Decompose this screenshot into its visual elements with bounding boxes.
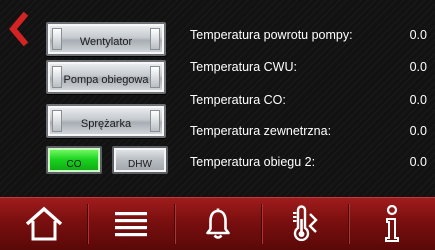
- circulation-pump-button-label: Pompa obiegowa: [63, 74, 149, 86]
- dhw-temperature-value: 0.0: [409, 60, 427, 74]
- pump-return-temperature-label: Temperatura powrotu pompy:: [190, 28, 353, 42]
- outdoor-temperature-label: Temperatura zewnetrzna:: [190, 124, 332, 138]
- compressor-button[interactable]: Sprężarka: [46, 104, 166, 138]
- mode-dhw-label: DHW: [128, 158, 152, 170]
- co-temperature-value: 0.0: [409, 93, 427, 107]
- nav-alarms[interactable]: [174, 198, 261, 250]
- nav-home[interactable]: [0, 198, 87, 250]
- nav-info[interactable]: [348, 198, 435, 250]
- nav-temperature[interactable]: [261, 198, 348, 250]
- bottom-nav-bar: [0, 197, 435, 250]
- mode-co-button[interactable]: CO: [46, 146, 102, 174]
- fan-button[interactable]: Wentylator: [46, 22, 166, 56]
- fan-button-label: Wentylator: [79, 36, 133, 48]
- mode-co-label: CO: [66, 158, 82, 170]
- thermometer-icon: [292, 205, 318, 242]
- co-temperature-label: Temperatura CO:: [190, 93, 286, 107]
- mode-dhw-button[interactable]: DHW: [112, 146, 168, 174]
- circulation-pump-button[interactable]: Pompa obiegowa: [46, 60, 166, 94]
- info-icon: [384, 205, 399, 242]
- menu-icon: [114, 212, 147, 237]
- nav-menu[interactable]: [87, 198, 174, 250]
- circuit-2-temperature-value: 0.0: [409, 155, 427, 169]
- dhw-temperature-label: Temperatura CWU:: [190, 60, 297, 74]
- compressor-button-label: Sprężarka: [80, 118, 132, 130]
- pump-return-temperature-value: 0.0: [409, 28, 427, 42]
- bell-icon: [205, 208, 230, 239]
- back-button[interactable]: [8, 12, 30, 46]
- outdoor-temperature-value: 0.0: [409, 124, 427, 138]
- circuit-2-temperature-label: Temperatura obiegu 2:: [190, 155, 316, 169]
- home-icon: [25, 206, 62, 241]
- chevron-left-icon: [9, 12, 29, 46]
